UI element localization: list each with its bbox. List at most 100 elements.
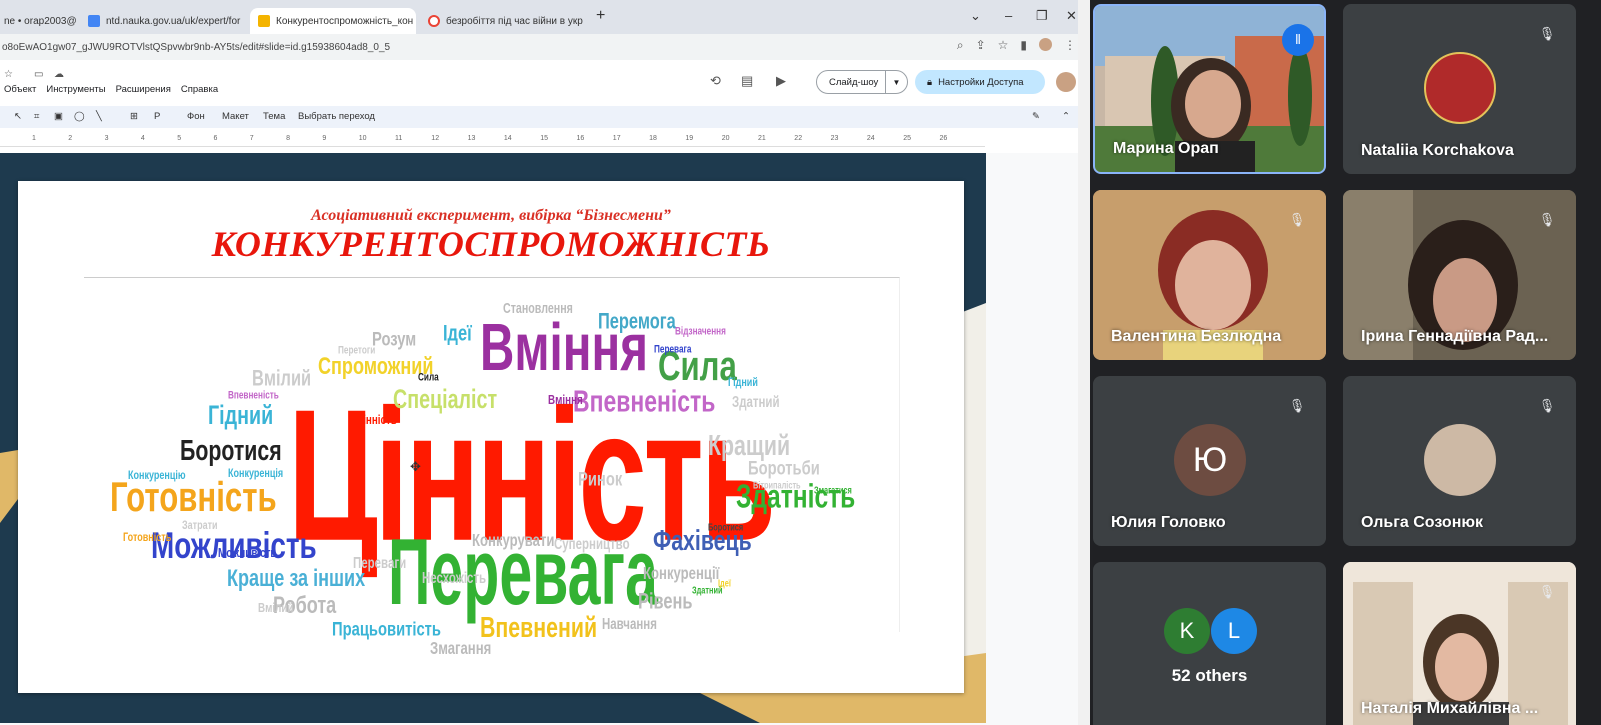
menu-item-extensions[interactable]: Расширения bbox=[116, 84, 171, 95]
slideshow-button[interactable]: Слайд-шоу ▼ bbox=[816, 70, 908, 94]
comments-icon[interactable]: ▤ bbox=[741, 73, 753, 89]
participant-name: Валентина Безлюдна bbox=[1111, 328, 1282, 345]
close-icon[interactable]: ✕ bbox=[413, 15, 416, 28]
star-icon[interactable]: ☆ bbox=[4, 69, 13, 80]
bookmark-star-icon[interactable]: ☆ bbox=[998, 38, 1009, 53]
tab-strip: ne • orap2003@ ✕ ntd.nauka.gov.ua/uk/exp… bbox=[0, 0, 1090, 34]
textbox-tool-icon[interactable]: ⌗ bbox=[34, 111, 39, 122]
word-cloud-word: Конкуренція bbox=[228, 466, 284, 481]
word-cloud-word: Впевнений bbox=[480, 610, 598, 644]
toolbar-transition[interactable]: Выбрать переход bbox=[298, 111, 375, 122]
ruler-tick-label: 1 bbox=[32, 135, 36, 142]
history-icon[interactable]: ⟲ bbox=[710, 73, 721, 89]
new-tab-button[interactable]: + bbox=[596, 7, 605, 25]
sidepanel-icon[interactable]: ▮ bbox=[1020, 38, 1027, 53]
toolbar-layout[interactable]: Макет bbox=[222, 111, 249, 122]
collapse-toolbar-icon[interactable]: ⌃ bbox=[1062, 111, 1070, 122]
word-cloud-word: Сила bbox=[418, 371, 439, 384]
word-cloud-word: Гідний bbox=[728, 375, 758, 390]
word-cloud-word: Навчання bbox=[602, 614, 657, 633]
word-cloud-word: Конкурувати bbox=[472, 531, 555, 551]
word-cloud-word: Суперництво bbox=[554, 534, 630, 553]
toolbar-theme[interactable]: Тема bbox=[263, 111, 285, 122]
participant-name: Ольга Созонюк bbox=[1361, 514, 1484, 531]
tab-label: ntd.nauka.gov.ua/uk/expert/for bbox=[106, 15, 241, 27]
ruler-tick-label: 12 bbox=[431, 135, 440, 142]
menu-item-tools[interactable]: Инструменты bbox=[46, 84, 105, 95]
menu-item-help[interactable]: Справка bbox=[181, 84, 218, 95]
close-icon[interactable]: ✕ bbox=[77, 15, 78, 28]
speaking-indicator-icon: ⦀ bbox=[1282, 24, 1314, 56]
address-bar[interactable]: o8oEwAO1gw07_gJWU9ROTVlstQSpvwbr9nb-AY5t… bbox=[0, 34, 1090, 60]
move-folder-icon[interactable]: ▭ bbox=[34, 69, 43, 80]
word-cloud-word: Змагання bbox=[430, 639, 492, 659]
word-cloud-word: Ідеї bbox=[718, 577, 731, 589]
participant-tile[interactable]: 🎙︎ Валентина Безлюдна bbox=[1093, 190, 1326, 360]
browser-tab-google-search[interactable]: безробіття під час війни в укр ✕ bbox=[420, 8, 586, 34]
pen-tool-icon[interactable]: ✎ bbox=[1032, 111, 1040, 122]
comment-tool-icon[interactable]: ⊞ bbox=[130, 111, 138, 122]
line-tool-icon[interactable]: ╲ bbox=[96, 111, 102, 122]
image-tool-icon[interactable]: ▣ bbox=[54, 111, 63, 122]
participant-name: Юлия Головко bbox=[1111, 514, 1226, 531]
tab-search-icon[interactable]: ⌄ bbox=[970, 8, 981, 24]
participant-tile[interactable]: 🎙︎ Ольга Созонюк bbox=[1343, 376, 1576, 546]
address-bar-icons: ⌕ ⇪ ☆ ▮ ⋮ bbox=[957, 38, 1076, 53]
restore-icon[interactable]: ❐ bbox=[1036, 8, 1048, 24]
browser-tab-slides[interactable]: Конкурентоспроможність_кон ✕ bbox=[250, 8, 416, 34]
participant-tile[interactable]: 🎙︎ Ю Юлия Головко bbox=[1093, 376, 1326, 546]
ruler-tick-label: 9 bbox=[322, 135, 327, 142]
word-cloud-word: Вмілий bbox=[252, 366, 312, 392]
ruler-tick-label: 26 bbox=[939, 135, 948, 142]
participant-tile[interactable]: ⦀ Марина Орап bbox=[1093, 4, 1326, 174]
window-close-icon[interactable]: ✕ bbox=[1066, 8, 1077, 24]
participant-tile[interactable]: 🎙︎ Nataliia Korchakova bbox=[1343, 4, 1576, 174]
others-tile[interactable]: K L 52 others bbox=[1093, 562, 1326, 725]
move-cursor-icon: ✥ bbox=[410, 459, 421, 474]
shape-tool-icon[interactable]: ◯ bbox=[74, 111, 85, 122]
horizontal-ruler: 1 2 3 4 5 6 7 8 9 10 11 12 13 14 15 16 17 18 19 20 21 22 23 24 2… bbox=[0, 133, 985, 147]
select-tool-icon[interactable]: ↖ bbox=[14, 111, 22, 122]
ruler-tick-label: 23 bbox=[830, 135, 839, 142]
participant-name: Наталія Михайлівна ... bbox=[1361, 700, 1539, 717]
word-cloud-word: Можливість bbox=[218, 544, 277, 561]
cloud-status-icon: ☁ bbox=[54, 69, 64, 80]
word-cloud-word: Боротися bbox=[180, 433, 282, 467]
zoom-icon[interactable]: ⌕ bbox=[957, 38, 964, 53]
word-cloud-word: Затрати bbox=[182, 518, 218, 533]
toolbar-background[interactable]: Фон bbox=[187, 111, 205, 122]
browser-tab-gmail[interactable]: ne • orap2003@ ✕ bbox=[0, 8, 78, 34]
vertical-scrollbar[interactable] bbox=[1078, 0, 1090, 725]
close-icon[interactable]: ✕ bbox=[583, 15, 586, 28]
word-cloud-word: Ідеї bbox=[443, 321, 472, 347]
minimize-icon[interactable]: – bbox=[1005, 8, 1012, 23]
word-cloud-word: Відзначення bbox=[675, 325, 726, 338]
browser-menu-icon[interactable]: ⋮ bbox=[1064, 38, 1076, 53]
ruler-tick-label: 5 bbox=[177, 135, 182, 142]
mic-off-icon: 🎙︎ bbox=[1538, 212, 1556, 227]
share-page-icon[interactable]: ⇪ bbox=[976, 38, 986, 53]
menu-item-object[interactable]: Объект bbox=[4, 84, 36, 95]
url-text[interactable]: o8oEwAO1gw07_gJWU9ROTVlstQSpvwbr9nb-AY5t… bbox=[2, 42, 390, 53]
close-icon[interactable]: ✕ bbox=[240, 15, 246, 28]
participant-tile[interactable]: 🎙︎ Наталія Михайлівна ... bbox=[1343, 562, 1576, 725]
chevron-down-icon[interactable]: ▼ bbox=[885, 71, 907, 93]
ruler-tick-label: 20 bbox=[721, 135, 730, 142]
ruler-tick-label: 19 bbox=[685, 135, 694, 142]
word-cloud-word: Перевага bbox=[654, 343, 692, 356]
word-cloud-word: Спроможний bbox=[318, 351, 434, 380]
share-button[interactable]: 🔒︎ Настройки Доступа bbox=[915, 70, 1045, 94]
word-cloud-word: Рівень bbox=[638, 589, 693, 615]
mic-off-icon: 🎙︎ bbox=[1288, 398, 1306, 413]
word-cloud-word: Перемога bbox=[598, 309, 676, 335]
format-paint-icon[interactable]: P bbox=[154, 111, 160, 122]
word-cloud-word: Боротьби bbox=[748, 456, 820, 479]
profile-avatar-icon[interactable] bbox=[1039, 38, 1052, 51]
meet-video-icon[interactable]: ▶ bbox=[776, 73, 786, 89]
lock-icon: 🔒︎ bbox=[927, 76, 933, 88]
browser-tab-ntd[interactable]: ntd.nauka.gov.ua/uk/expert/for ✕ bbox=[80, 8, 246, 34]
account-avatar[interactable] bbox=[1056, 72, 1076, 92]
word-cloud-word: Боротися bbox=[708, 521, 744, 533]
participant-tile[interactable]: 🎙︎ Ірина Геннадіївна Рад... bbox=[1343, 190, 1576, 360]
slide[interactable]: Асоціативний експеримент, вибірка “Бізне… bbox=[18, 181, 964, 693]
